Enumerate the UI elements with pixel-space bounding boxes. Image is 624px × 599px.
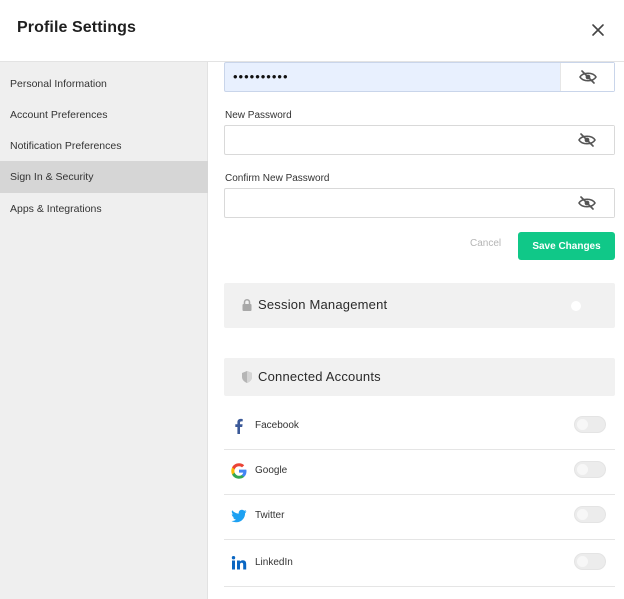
- sidebar-item-personal-information[interactable]: Personal Information: [0, 68, 208, 100]
- account-row-facebook: Facebook: [224, 405, 615, 450]
- account-row-google: Google: [224, 450, 615, 495]
- confirm-password-field[interactable]: [224, 188, 615, 218]
- cancel-button[interactable]: Cancel: [470, 238, 501, 249]
- dialog-header: Profile Settings: [0, 0, 624, 62]
- lock-icon: [242, 298, 252, 311]
- close-icon: [592, 24, 604, 36]
- facebook-toggle[interactable]: [574, 416, 606, 433]
- account-label-twitter: Twitter: [255, 510, 285, 521]
- account-label-google: Google: [255, 465, 288, 476]
- toggle-visibility-button[interactable]: [560, 126, 614, 154]
- close-button[interactable]: [588, 20, 608, 40]
- eye-off-icon: [578, 133, 596, 147]
- save-changes-button[interactable]: Save Changes: [518, 232, 615, 260]
- linkedin-toggle[interactable]: [574, 553, 606, 570]
- toggle-visibility-button[interactable]: [560, 189, 614, 217]
- twitter-icon: [231, 509, 247, 523]
- session-management-section[interactable]: Session Management: [224, 283, 615, 328]
- current-password-field[interactable]: ••••••••••: [224, 62, 615, 92]
- sidebar-item-apps-integrations[interactable]: Apps & Integrations: [0, 193, 208, 225]
- session-management-title: Session Management: [258, 297, 388, 312]
- account-label-facebook: Facebook: [255, 420, 299, 431]
- settings-sidebar: Personal Information Account Preferences…: [0, 62, 208, 599]
- google-icon: [231, 463, 247, 479]
- confirm-password-label: Confirm New Password: [225, 173, 330, 184]
- sidebar-item-notification-preferences[interactable]: Notification Preferences: [0, 130, 208, 162]
- new-password-field[interactable]: [224, 125, 615, 155]
- sidebar-item-sign-in-security[interactable]: Sign In & Security: [0, 161, 208, 193]
- connected-accounts-title: Connected Accounts: [258, 369, 381, 384]
- new-password-label: New Password: [225, 110, 292, 121]
- shield-icon: [242, 371, 252, 383]
- sidebar-item-account-preferences[interactable]: Account Preferences: [0, 99, 208, 131]
- twitter-toggle[interactable]: [574, 506, 606, 523]
- eye-off-icon: [578, 196, 596, 210]
- profile-settings-dialog: Profile Settings Personal Information Ac…: [0, 0, 624, 599]
- account-label-linkedin: LinkedIn: [255, 557, 293, 568]
- facebook-icon: [235, 418, 243, 434]
- google-toggle[interactable]: [574, 461, 606, 478]
- eye-off-icon: [578, 70, 597, 84]
- toggle-visibility-button[interactable]: [560, 63, 614, 91]
- connected-accounts-section: Connected Accounts: [224, 358, 615, 396]
- linkedin-icon: [231, 556, 247, 570]
- session-management-toggle[interactable]: [571, 301, 581, 311]
- page-title: Profile Settings: [17, 19, 136, 36]
- current-password-value: ••••••••••: [233, 69, 289, 84]
- account-row-linkedin: LinkedIn: [224, 542, 615, 587]
- account-row-twitter: Twitter: [224, 495, 615, 540]
- security-panel: •••••••••• New Password Confirm New Pass…: [208, 62, 624, 599]
